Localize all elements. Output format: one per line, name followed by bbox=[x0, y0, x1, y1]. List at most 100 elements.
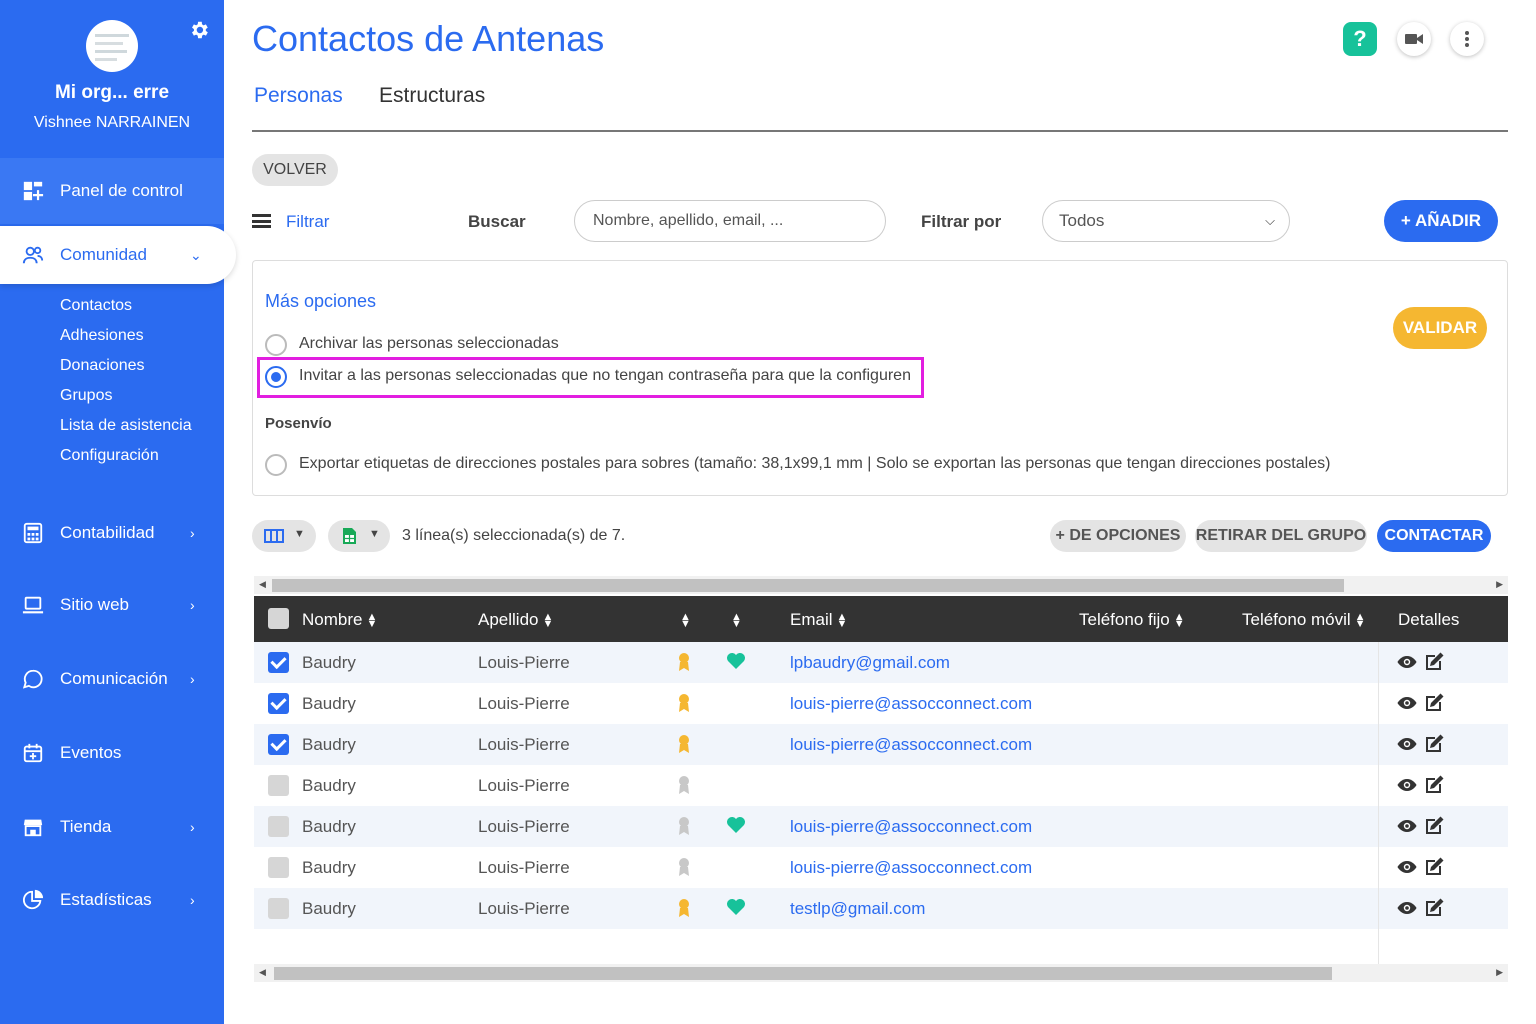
contacts-table: Nombre ▲ ▼ Apellido ▲ ▼ ▲ ▼ ▲ ▼ Email ▲ ▼ Teléfo… bbox=[254, 596, 1508, 982]
select-all-checkbox[interactable] bbox=[268, 608, 289, 629]
sidebar-item-community[interactable]: Comunidad ⌄ bbox=[0, 226, 236, 284]
sidebar-item-label: Panel de control bbox=[60, 181, 183, 200]
row-checkbox[interactable] bbox=[268, 775, 289, 796]
sidebar-item-shop[interactable]: Tienda › bbox=[0, 799, 224, 855]
filter-by-select[interactable]: Todos ⌵ bbox=[1042, 200, 1290, 242]
horizontal-scrollbar-top[interactable]: ◀ ▶ bbox=[254, 576, 1508, 594]
ribbon-icon bbox=[679, 858, 689, 876]
ribbon-icon bbox=[679, 776, 689, 794]
sidebar-subitem-donations[interactable]: Donaciones bbox=[60, 357, 145, 375]
option-archive-label: Archivar las personas seleccionadas bbox=[299, 335, 559, 352]
sidebar-item-dashboard[interactable]: Panel de control bbox=[0, 158, 224, 224]
cell-email[interactable]: lpbaudry@gmail.com bbox=[790, 653, 950, 673]
menu-icon bbox=[252, 214, 271, 228]
options-title: Más opciones bbox=[265, 291, 377, 311]
scroll-left-arrow[interactable]: ◀ bbox=[259, 967, 266, 978]
video-button[interactable] bbox=[1397, 22, 1431, 56]
table-row[interactable]: Baudry Louis-Pierre testlp@gmail.com bbox=[254, 888, 1508, 929]
horizontal-scrollbar-bottom[interactable]: ◀ ▶ bbox=[254, 964, 1508, 982]
export-button[interactable]: ▼ bbox=[328, 520, 390, 552]
filter-by-value: Todos bbox=[1059, 211, 1105, 230]
more-options-button[interactable] bbox=[1450, 22, 1484, 56]
sort-icon: ▲ ▼ bbox=[1173, 610, 1185, 630]
header-email[interactable]: Email ▲ ▼ bbox=[790, 610, 847, 630]
more-options-panel: Más opciones Archivar las personas selec… bbox=[252, 260, 1508, 496]
table-row[interactable]: Baudry Louis-Pierre louis-pierre@assocconn… bbox=[254, 683, 1508, 724]
sort-icon: ▲ ▼ bbox=[680, 610, 691, 630]
sidebar-subitem-settings[interactable]: Configuración bbox=[60, 447, 159, 465]
cell-first-name: Baudry bbox=[302, 776, 356, 795]
table-row[interactable]: Baudry Louis-Pierre lpbaudry@gmail.com bbox=[254, 642, 1508, 683]
header-phone[interactable]: Teléfono fijo ▲ ▼ bbox=[1079, 610, 1185, 630]
sidebar-item-communication[interactable]: Comunicación › bbox=[0, 651, 224, 707]
chevron-right-icon: › bbox=[190, 525, 195, 541]
cell-first-name: Baudry bbox=[302, 858, 356, 877]
heart-icon bbox=[727, 817, 745, 833]
radio-archive[interactable] bbox=[265, 334, 287, 356]
cell-email[interactable]: louis-pierre@assocconnect.com bbox=[790, 694, 1032, 714]
cell-email[interactable]: testlp@gmail.com bbox=[790, 899, 925, 919]
row-checkbox[interactable] bbox=[268, 693, 289, 714]
columns-button[interactable]: ▼ bbox=[252, 520, 316, 552]
chat-icon bbox=[22, 669, 43, 689]
row-checkbox[interactable] bbox=[268, 857, 289, 878]
heart-icon bbox=[727, 653, 745, 669]
sidebar-item-website[interactable]: Sitio web › bbox=[0, 577, 224, 633]
scroll-right-arrow[interactable]: ▶ bbox=[1496, 967, 1503, 978]
sidebar-item-label: Contabilidad bbox=[60, 523, 155, 542]
radio-invite[interactable] bbox=[265, 366, 287, 388]
cell-first-name: Baudry bbox=[302, 735, 356, 754]
table-row[interactable]: Baudry Louis-Pierre louis-pierre@assocconn… bbox=[254, 724, 1508, 765]
radio-export[interactable] bbox=[265, 454, 287, 476]
header-mobile[interactable]: Teléfono móvil ▲ ▼ bbox=[1242, 610, 1366, 630]
sidebar-subitem-memberships[interactable]: Adhesiones bbox=[60, 327, 144, 345]
table-row[interactable]: Baudry Louis-Pierre louis-pierre@assocconn… bbox=[254, 806, 1508, 847]
row-checkbox[interactable] bbox=[268, 816, 289, 837]
table-row[interactable]: Baudry Louis-Pierre bbox=[254, 765, 1508, 806]
row-checkbox[interactable] bbox=[268, 652, 289, 673]
gear-icon[interactable] bbox=[188, 19, 210, 41]
header-details: Detalles bbox=[1398, 610, 1460, 629]
header-member-status[interactable]: ▲ ▼ bbox=[676, 610, 691, 630]
add-button[interactable]: + AÑADIR bbox=[1384, 200, 1498, 242]
chevron-right-icon: › bbox=[190, 819, 195, 835]
search-input[interactable] bbox=[574, 200, 886, 242]
sidebar-item-events[interactable]: Eventos bbox=[0, 725, 224, 781]
row-checkbox[interactable] bbox=[268, 898, 289, 919]
sidebar-subitem-attendance[interactable]: Lista de asistencia bbox=[60, 417, 192, 435]
filter-row: Filtrar Buscar Filtrar por Todos ⌵ + AÑA… bbox=[252, 200, 1508, 242]
cell-last-name: Louis-Pierre bbox=[478, 899, 570, 918]
sidebar-subitem-groups[interactable]: Grupos bbox=[60, 387, 112, 405]
remove-from-group-button[interactable]: RETIRAR DEL GRUPO bbox=[1195, 520, 1367, 552]
profile-block: Mi org... erre Vishnee NARRAINEN bbox=[0, 0, 224, 156]
cell-email[interactable]: louis-pierre@assocconnect.com bbox=[790, 735, 1032, 755]
page-title: Contactos de Antenas bbox=[252, 18, 605, 59]
cell-email[interactable]: louis-pierre@assocconnect.com bbox=[790, 817, 1032, 837]
scroll-left-arrow[interactable]: ◀ bbox=[259, 579, 266, 590]
header-last-name[interactable]: Apellido ▲ ▼ bbox=[478, 610, 553, 630]
validate-button[interactable]: VALIDAR bbox=[1393, 307, 1487, 349]
scroll-right-arrow[interactable]: ▶ bbox=[1496, 579, 1503, 590]
table-row[interactable]: Baudry Louis-Pierre louis-pierre@assocconn… bbox=[254, 847, 1508, 888]
row-checkbox[interactable] bbox=[268, 734, 289, 755]
cell-email[interactable]: louis-pierre@assocconnect.com bbox=[790, 858, 1032, 878]
header-first-name[interactable]: Nombre ▲ ▼ bbox=[302, 610, 377, 630]
sidebar-item-accounting[interactable]: Contabilidad › bbox=[0, 505, 224, 561]
tab-estructuras[interactable]: Estructuras bbox=[379, 84, 485, 108]
scrollbar-thumb[interactable] bbox=[272, 579, 1344, 592]
ribbon-icon bbox=[679, 735, 689, 753]
chevron-right-icon: › bbox=[190, 671, 195, 687]
tab-personas[interactable]: Personas bbox=[254, 84, 343, 108]
sidebar-item-stats[interactable]: Estadísticas › bbox=[0, 872, 224, 928]
org-avatar[interactable] bbox=[86, 20, 138, 72]
sidebar-subitem-contacts[interactable]: Contactos bbox=[60, 297, 132, 315]
chevron-down-icon: ⌄ bbox=[190, 246, 202, 263]
more-options-button[interactable]: + DE OPCIONES bbox=[1050, 520, 1186, 552]
scrollbar-thumb[interactable] bbox=[274, 967, 1332, 980]
header-donor-status[interactable]: ▲ ▼ bbox=[727, 610, 742, 630]
back-button[interactable]: VOLVER bbox=[252, 154, 338, 186]
help-button[interactable]: ? bbox=[1343, 22, 1377, 56]
cell-first-name: Baudry bbox=[302, 694, 356, 713]
sidebar-item-label: Comunidad bbox=[60, 245, 147, 264]
contact-button[interactable]: CONTACTAR bbox=[1377, 520, 1491, 552]
